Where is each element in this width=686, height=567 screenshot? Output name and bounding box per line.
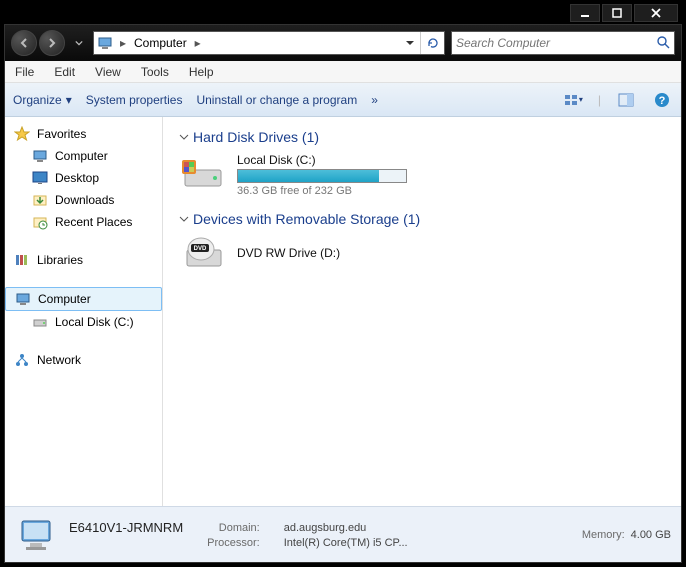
computer-name: E6410V1-JRMNRM — [69, 520, 183, 535]
section-removable[interactable]: Devices with Removable Storage (1) — [179, 211, 665, 227]
command-bar: Organize ▾ System properties Uninstall o… — [5, 83, 681, 117]
system-properties-button[interactable]: System properties — [86, 93, 183, 107]
star-icon — [13, 125, 31, 143]
sidebar-fav-desktop[interactable]: Desktop — [5, 167, 162, 189]
breadcrumb: ▸ Computer ▸ — [116, 32, 205, 54]
titlebar — [4, 4, 682, 24]
menu-bar: File Edit View Tools Help — [5, 61, 681, 83]
sidebar-favorites[interactable]: Favorites — [5, 123, 162, 145]
processor-value: Intel(R) Core(TM) i5 CP... — [284, 537, 408, 549]
svg-text:DVD: DVD — [194, 246, 207, 252]
toolbar-overflow[interactable]: » — [371, 93, 378, 107]
preview-pane-button[interactable] — [615, 89, 637, 111]
drive-free-text: 36.3 GB free of 232 GB — [237, 185, 407, 197]
processor-label: Processor: — [207, 537, 260, 549]
collapse-icon — [179, 132, 189, 142]
nav-toolbar: ▸ Computer ▸ — [5, 25, 681, 61]
chevron-right-icon[interactable]: ▸ — [116, 36, 130, 50]
search-box[interactable] — [451, 31, 675, 55]
sidebar-local-disk[interactable]: Local Disk (C:) — [5, 311, 162, 333]
chevron-right-icon[interactable]: ▸ — [191, 36, 205, 50]
sidebar-network[interactable]: Network — [5, 349, 162, 371]
drive-local-disk[interactable]: Local Disk (C:) 36.3 GB free of 232 GB — [179, 153, 665, 197]
drive-name: Local Disk (C:) — [237, 153, 407, 167]
navigation-pane: Favorites Computer Desktop Downloads Rec… — [5, 117, 163, 506]
chevron-down-icon: ▾ — [66, 93, 72, 107]
svg-text:?: ? — [659, 95, 666, 107]
search-input[interactable] — [456, 36, 656, 50]
history-dropdown[interactable] — [71, 30, 87, 56]
minimize-button[interactable] — [570, 4, 600, 22]
sidebar-fav-downloads[interactable]: Downloads — [5, 189, 162, 211]
forward-button[interactable] — [39, 30, 65, 56]
drive-icon — [31, 313, 49, 331]
address-bar[interactable]: ▸ Computer ▸ — [93, 31, 445, 55]
explorer-window: ▸ Computer ▸ File Edit View Tools Help — [4, 24, 682, 563]
maximize-button[interactable] — [602, 4, 632, 22]
menu-file[interactable]: File — [9, 63, 40, 81]
sidebar-libraries[interactable]: Libraries — [5, 249, 162, 271]
network-icon — [13, 351, 31, 369]
address-dropdown[interactable] — [400, 32, 420, 54]
desktop-icon — [31, 169, 49, 187]
drive-dvd[interactable]: DVD DVD RW Drive (D:) — [179, 235, 665, 271]
menu-tools[interactable]: Tools — [135, 63, 175, 81]
back-button[interactable] — [11, 30, 37, 56]
hdd-icon — [179, 157, 227, 193]
main-pane: Hard Disk Drives (1) Local Disk (C:) 36.… — [163, 117, 681, 506]
dvd-drive-icon: DVD — [179, 235, 227, 271]
collapse-icon — [179, 214, 189, 224]
refresh-button[interactable] — [420, 32, 444, 54]
memory-value: 4.00 GB — [631, 529, 671, 541]
sidebar-computer[interactable]: Computer — [5, 287, 162, 311]
drive-name: DVD RW Drive (D:) — [237, 246, 340, 260]
window: ▸ Computer ▸ File Edit View Tools Help — [0, 0, 686, 567]
libraries-icon — [13, 251, 31, 269]
domain-value: ad.augsburg.edu — [284, 522, 408, 534]
recent-icon — [31, 213, 49, 231]
memory-label: Memory: — [582, 529, 625, 541]
view-options-button[interactable]: ▾ — [562, 89, 584, 111]
section-hdd[interactable]: Hard Disk Drives (1) — [179, 129, 665, 145]
organize-menu[interactable]: Organize ▾ — [13, 93, 72, 107]
search-icon[interactable] — [656, 35, 670, 52]
menu-edit[interactable]: Edit — [48, 63, 81, 81]
content-area: Favorites Computer Desktop Downloads Rec… — [5, 117, 681, 506]
downloads-icon — [31, 191, 49, 209]
computer-icon — [31, 147, 49, 165]
computer-large-icon — [15, 514, 57, 556]
computer-icon — [14, 290, 32, 308]
computer-icon — [94, 32, 116, 54]
capacity-bar — [237, 169, 407, 183]
menu-help[interactable]: Help — [183, 63, 220, 81]
menu-view[interactable]: View — [89, 63, 127, 81]
domain-label: Domain: — [207, 522, 260, 534]
breadcrumb-computer[interactable]: Computer — [130, 36, 191, 50]
organize-label: Organize — [13, 93, 62, 107]
sidebar-fav-computer[interactable]: Computer — [5, 145, 162, 167]
help-button[interactable]: ? — [651, 89, 673, 111]
details-pane: E6410V1-JRMNRM Domain: ad.augsburg.edu P… — [5, 506, 681, 562]
close-button[interactable] — [634, 4, 678, 22]
sidebar-fav-recent[interactable]: Recent Places — [5, 211, 162, 233]
uninstall-program-button[interactable]: Uninstall or change a program — [196, 93, 357, 107]
